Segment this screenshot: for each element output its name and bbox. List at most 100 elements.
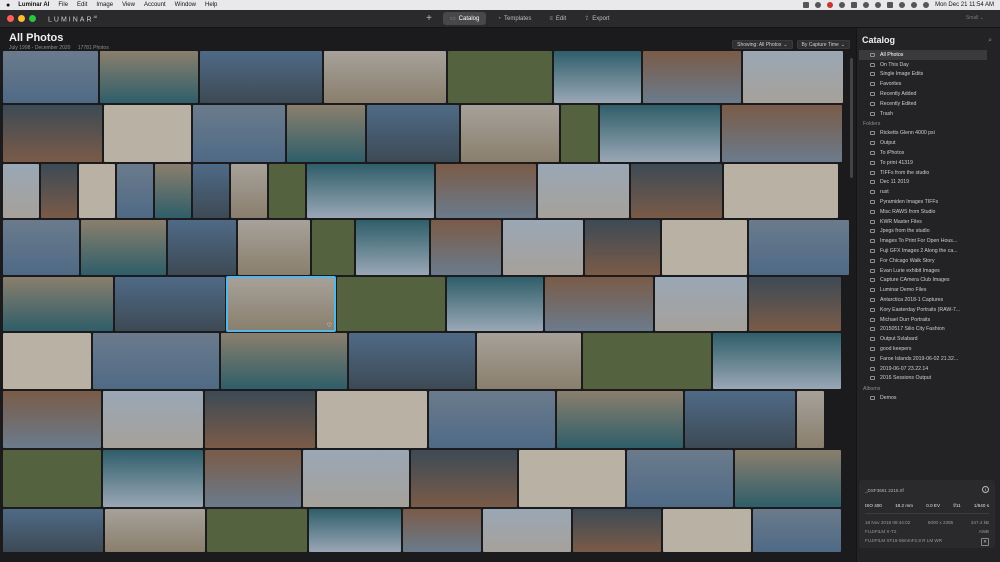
photo-thumbnail[interactable]: [627, 450, 733, 507]
sidebar-folder[interactable]: Output: [859, 138, 987, 148]
photo-thumbnail[interactable]: [193, 105, 285, 162]
sidebar-folder[interactable]: Misc RAWS from Studio: [859, 207, 987, 217]
menu-help[interactable]: Help: [205, 2, 217, 8]
photo-thumbnail[interactable]: [367, 105, 459, 162]
photo-thumbnail[interactable]: [503, 220, 583, 275]
photo-thumbnail[interactable]: [349, 333, 475, 389]
battery-icon[interactable]: [887, 2, 894, 8]
app-menu[interactable]: Luminar AI: [18, 2, 49, 8]
control-center-icon[interactable]: [923, 2, 930, 8]
menu-edit[interactable]: Edit: [77, 2, 87, 8]
search-icon[interactable]: ⌕: [988, 37, 992, 45]
sidebar-folder[interactable]: Pyramiden Images TIFFs: [859, 197, 987, 207]
photo-thumbnail[interactable]: [100, 51, 198, 103]
photo-thumbnail[interactable]: [231, 164, 267, 218]
photo-thumbnail[interactable]: [554, 51, 641, 103]
photo-thumbnail[interactable]: [317, 391, 427, 448]
photo-thumbnail[interactable]: [41, 164, 77, 218]
photo-thumbnail[interactable]: [431, 220, 501, 275]
sidebar-folder[interactable]: Output Svlabard: [859, 334, 987, 344]
photo-thumbnail[interactable]: [561, 105, 598, 162]
sidebar-folder[interactable]: 2019-06-07 23.22.14: [859, 364, 987, 374]
photo-thumbnail[interactable]: ♡: [226, 276, 336, 332]
photo-thumbnail[interactable]: [103, 450, 203, 507]
photo-thumbnail[interactable]: [713, 333, 841, 389]
apple-menu-icon[interactable]: ●: [6, 2, 10, 9]
sidebar-folder[interactable]: For Chicago Walk Story: [859, 256, 987, 266]
photo-thumbnail[interactable]: [105, 509, 205, 552]
photo-thumbnail[interactable]: [403, 509, 481, 552]
tab-templates[interactable]: ◔ Templates: [490, 12, 538, 25]
photo-thumbnail[interactable]: [585, 220, 660, 275]
view-size-dropdown[interactable]: Small ⌄: [966, 15, 984, 21]
gallery-scrollbar[interactable]: [850, 58, 853, 178]
photo-thumbnail[interactable]: [655, 277, 747, 331]
folders-header[interactable]: Folders: [859, 120, 987, 129]
close-icon[interactable]: ✕: [981, 538, 989, 546]
info-icon[interactable]: i: [982, 486, 989, 493]
tab-edit[interactable]: ≡ Edit: [542, 12, 573, 25]
photo-thumbnail[interactable]: [221, 333, 347, 389]
wifi-icon[interactable]: [899, 2, 906, 8]
photo-thumbnail[interactable]: [3, 450, 101, 507]
sidebar-folder[interactable]: KWR Master Files: [859, 217, 987, 227]
menubar-clock[interactable]: Mon Dec 21 11:54 AM: [935, 2, 994, 8]
photo-thumbnail[interactable]: [238, 220, 310, 275]
photo-thumbnail[interactable]: [3, 51, 98, 103]
photo-thumbnail[interactable]: [303, 450, 409, 507]
sidebar-folder[interactable]: Faroe Islands 2019-06-02 21.32...: [859, 354, 987, 364]
photo-thumbnail[interactable]: [93, 333, 219, 389]
photo-thumbnail[interactable]: [269, 164, 305, 218]
photo-thumbnail[interactable]: [115, 277, 225, 331]
sidebar-folder[interactable]: good keepers: [859, 344, 987, 354]
bluetooth-icon[interactable]: [863, 2, 870, 8]
photo-thumbnail[interactable]: [3, 333, 91, 389]
sidebar-item[interactable]: On This Day: [859, 60, 987, 70]
search-icon[interactable]: [911, 2, 918, 8]
photo-thumbnail[interactable]: [545, 277, 653, 331]
add-photos-icon[interactable]: +: [423, 13, 435, 24]
photo-thumbnail[interactable]: [356, 220, 429, 275]
photo-thumbnail[interactable]: [324, 51, 446, 103]
tab-export[interactable]: ⇪ Export: [577, 12, 616, 25]
sidebar-folder[interactable]: 2016 Sessions Output: [859, 374, 987, 384]
showing-filter-dropdown[interactable]: Showing: All Photos ⌄: [732, 40, 793, 49]
sidebar-folder[interactable]: Fuji GFX Images 2 Along the ca...: [859, 246, 987, 256]
photo-thumbnail[interactable]: [753, 509, 841, 552]
photo-thumbnail[interactable]: [573, 509, 661, 552]
sidebar-item[interactable]: Recently Added: [859, 89, 987, 99]
status-icon[interactable]: [839, 2, 846, 8]
photo-thumbnail[interactable]: [411, 450, 517, 507]
photo-thumbnail[interactable]: [193, 164, 229, 218]
sidebar-folder[interactable]: rust: [859, 187, 987, 197]
zoom-window-button[interactable]: [29, 15, 36, 22]
favorite-icon[interactable]: ♡: [327, 322, 332, 329]
photo-thumbnail[interactable]: [797, 391, 824, 448]
sidebar-item[interactable]: All Photos: [859, 50, 987, 60]
photo-thumbnail[interactable]: [519, 450, 625, 507]
sidebar-folder[interactable]: Evan Lurie exhibit Images: [859, 266, 987, 276]
photo-thumbnail[interactable]: [168, 220, 236, 275]
sidebar-folder[interactable]: To iPhotos: [859, 148, 987, 158]
minimize-window-button[interactable]: [18, 15, 25, 22]
sidebar-folder[interactable]: Images To Print For Open Hous...: [859, 236, 987, 246]
photo-thumbnail[interactable]: [200, 51, 322, 103]
photo-thumbnail[interactable]: [631, 164, 722, 218]
photo-thumbnail[interactable]: [743, 51, 843, 103]
photo-thumbnail[interactable]: [307, 164, 434, 218]
photo-thumbnail[interactable]: [583, 333, 711, 389]
sidebar-item[interactable]: Favorites: [859, 79, 987, 89]
sidebar-album[interactable]: Demos: [859, 393, 987, 403]
photo-thumbnail[interactable]: [207, 509, 307, 552]
albums-header[interactable]: Albums: [859, 384, 987, 393]
photo-thumbnail[interactable]: [461, 105, 559, 162]
photo-thumbnail[interactable]: [436, 164, 536, 218]
status-icon[interactable]: [827, 2, 834, 8]
photo-thumbnail[interactable]: [538, 164, 629, 218]
sidebar-item[interactable]: Trash: [859, 109, 987, 119]
sidebar-folder[interactable]: Michael Durr Portraits: [859, 315, 987, 325]
sidebar-folder[interactable]: Capture CAmera Club Images: [859, 276, 987, 286]
menu-account[interactable]: Account: [144, 2, 166, 8]
photo-thumbnail[interactable]: [448, 51, 552, 103]
status-icon[interactable]: [851, 2, 858, 8]
